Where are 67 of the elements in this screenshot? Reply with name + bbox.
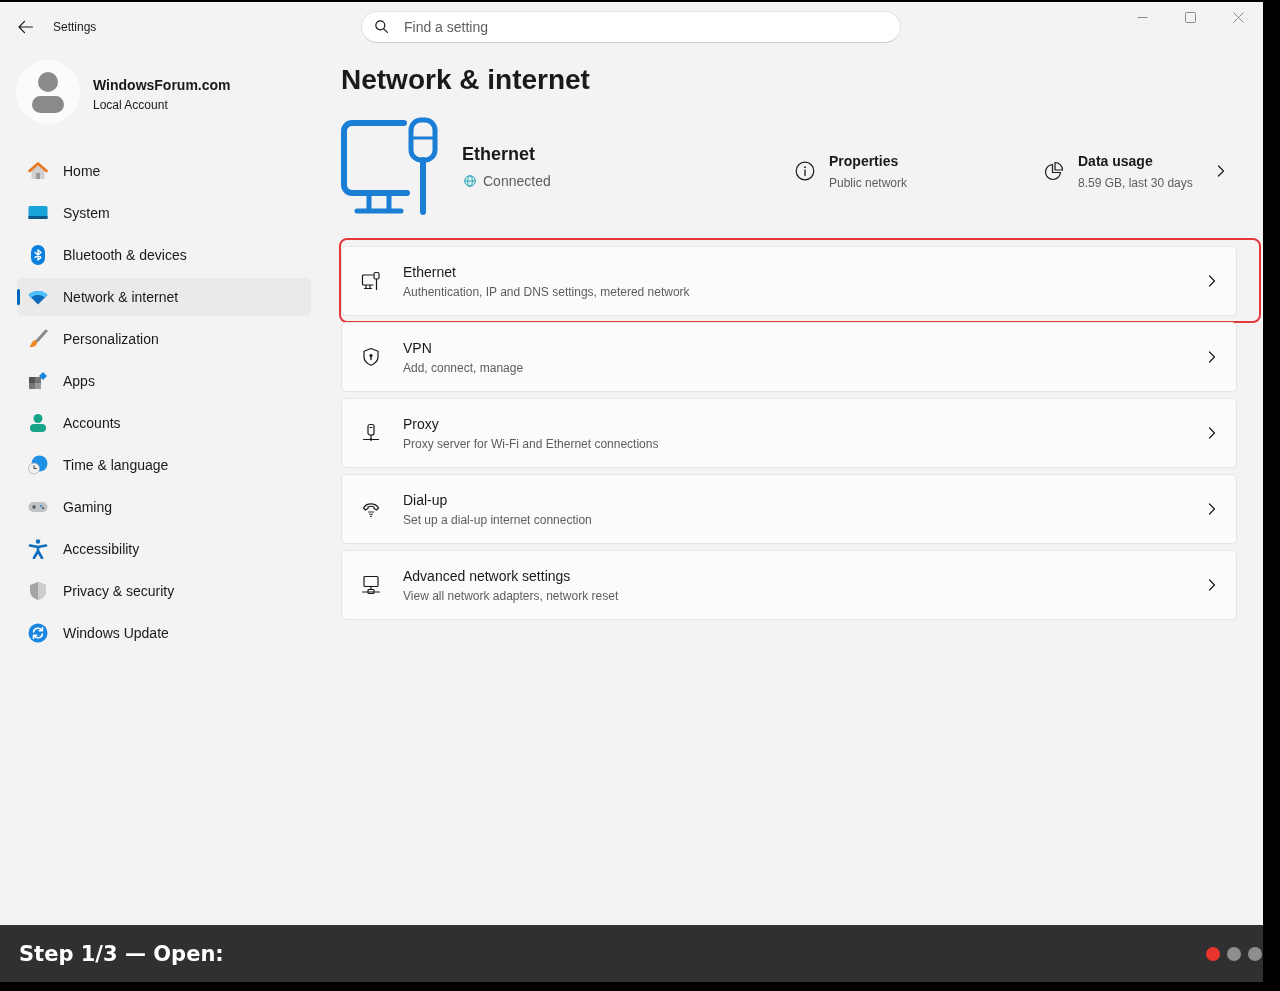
- settings-card[interactable]: Proxy Proxy server for Wi-Fi and Ethernet connections: [341, 398, 1237, 468]
- data-usage-value: 8.59 GB, last 30 days: [1078, 175, 1193, 191]
- monitor-plug-icon: [361, 271, 381, 291]
- search-icon: [375, 20, 388, 33]
- chevron-right-icon: [1208, 427, 1216, 439]
- close-icon[interactable]: [1232, 11, 1244, 23]
- settings-card[interactable]: VPN Add, connect, manage: [341, 322, 1237, 392]
- selection-indicator: [17, 289, 20, 305]
- apps-grid-icon: [28, 371, 48, 391]
- networked-monitor-icon: [361, 575, 381, 595]
- nav-item[interactable]: Apps: [17, 362, 311, 400]
- card-description: Add, connect, manage: [403, 359, 524, 376]
- search-field[interactable]: Find a setting: [361, 11, 901, 43]
- house-icon: [28, 161, 48, 181]
- bluetooth-icon: [28, 245, 48, 265]
- chevron-right-icon: [1217, 165, 1225, 177]
- shield-icon: [28, 581, 48, 601]
- shield-keyhole-icon: [361, 347, 381, 367]
- nav-item[interactable]: Network & internet: [17, 278, 311, 316]
- back-arrow-icon[interactable]: [18, 20, 33, 34]
- chevron-right-icon: [1208, 503, 1216, 515]
- nav-item[interactable]: Bluetooth & devices: [17, 236, 311, 274]
- card-title: Dial-up: [403, 490, 448, 510]
- avatar-icon: [16, 60, 80, 124]
- nav-item[interactable]: Personalization: [17, 320, 311, 358]
- window-title: Settings: [53, 19, 97, 35]
- nav-item[interactable]: Accessibility: [17, 530, 311, 568]
- pie-chart-icon: [1044, 161, 1064, 181]
- network-type: Public network: [829, 175, 908, 191]
- account-name: WindowsForum.com: [93, 75, 231, 94]
- paintbrush-icon: [28, 329, 48, 349]
- page-title: Network & internet: [341, 63, 590, 97]
- accessibility-figure-icon: [28, 539, 48, 559]
- info-icon: [795, 161, 815, 181]
- globe-icon: [464, 174, 476, 187]
- chevron-right-icon: [1208, 579, 1216, 591]
- refresh-arrows-icon: [28, 623, 48, 643]
- maximize-icon[interactable]: [1184, 11, 1196, 23]
- connection-name: Ethernet: [462, 142, 535, 166]
- card-description: View all network adapters, network reset: [403, 587, 619, 604]
- nav-item[interactable]: Windows Update: [17, 614, 311, 652]
- card-title: Ethernet: [403, 262, 456, 282]
- settings-card[interactable]: Advanced network settings View all network adapters, network reset: [341, 550, 1237, 620]
- chevron-right-icon: [1208, 275, 1216, 287]
- person-icon: [28, 413, 48, 433]
- caption-text: Step 1/3 — Open:: [19, 940, 224, 968]
- card-description: Set up a dial-up internet connection: [403, 511, 592, 528]
- card-description: Proxy server for Wi-Fi and Ethernet connections: [403, 435, 659, 452]
- settings-card[interactable]: Dial-up Set up a dial-up internet connection: [341, 474, 1237, 544]
- chevron-right-icon: [1208, 351, 1216, 363]
- nav-item[interactable]: Privacy & security: [17, 572, 311, 610]
- settings-card[interactable]: Ethernet Authentication, IP and DNS settings, metered network: [341, 246, 1237, 316]
- nav-item[interactable]: Accounts: [17, 404, 311, 442]
- account-type: Local Account: [93, 96, 168, 113]
- card-title: Advanced network settings: [403, 566, 571, 586]
- data-usage-title: Data usage: [1078, 152, 1153, 171]
- card-title: VPN: [403, 338, 432, 358]
- properties-title: Properties: [829, 152, 899, 171]
- card-description: Authentication, IP and DNS settings, metered network: [403, 283, 690, 300]
- nav-item[interactable]: Home: [17, 152, 311, 190]
- nav-item[interactable]: System: [17, 194, 311, 232]
- device-stand-icon: [361, 423, 381, 443]
- nav-item[interactable]: Time & language: [17, 446, 311, 484]
- card-title: Proxy: [403, 414, 439, 434]
- globe-clock-icon: [28, 455, 48, 475]
- connection-status: Connected: [483, 171, 551, 191]
- nav-item[interactable]: Gaming: [17, 488, 311, 526]
